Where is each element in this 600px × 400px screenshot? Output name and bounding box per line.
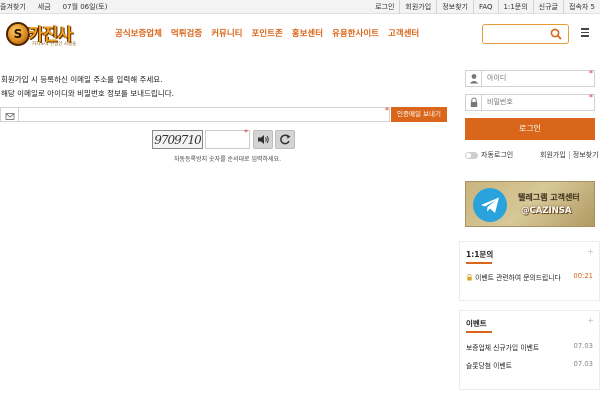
captcha-required-mark: * — [244, 128, 248, 137]
auth-links: 회원가입 정보찾기 — [540, 150, 599, 160]
inquiry-list-item[interactable]: 이벤트 관련하여 문의드립니다 — [466, 272, 561, 282]
captcha-help-text: 자동등록방지 숫자를 순서대로 입력하세요. — [174, 156, 281, 163]
event-list-item[interactable]: 보증업체 신규가입 이벤트 — [466, 342, 539, 352]
inquiry-item-text: 이벤트 관련하여 문의드립니다 — [475, 274, 561, 282]
inquiry-box-title[interactable]: 1:1문의 — [466, 249, 493, 260]
top-register-link[interactable]: 회원가입 — [399, 0, 436, 14]
email-input[interactable] — [21, 109, 381, 120]
captcha-audio-button[interactable] — [253, 130, 273, 149]
search-icon[interactable] — [550, 28, 562, 40]
login-id-input[interactable] — [485, 73, 585, 84]
send-verification-email-button[interactable]: 인증메일 보내기 — [391, 107, 447, 122]
top-faq-link[interactable]: FAQ — [472, 0, 498, 14]
lock-icon — [467, 274, 472, 281]
inquiry-box: 1:1문의 + 이벤트 관련하여 문의드립니다 00:21 — [459, 241, 600, 301]
captcha-image: 9709710 — [152, 130, 203, 149]
nav-item-promotion[interactable]: 홍보센터 — [292, 27, 323, 39]
tax-link[interactable]: 세금 — [38, 3, 51, 11]
find-info-link[interactable]: 정보찾기 — [568, 151, 599, 159]
nav-item-community[interactable]: 커뮤니티 — [211, 27, 242, 39]
events-box: 이벤트 + 보증업체 신규가입 이벤트 07.03 슬롯당첨 이벤트 07.03 — [459, 310, 600, 390]
speaker-icon — [258, 135, 269, 144]
auto-login[interactable]: 자동로그인 — [465, 150, 513, 160]
top-bar: 즐겨찾기 세금 07월 06일(토) 로그인 회원가입 정보찾기 FAQ 1:1문의 신규글 접… — [0, 0, 600, 14]
nav-item-useful-sites[interactable]: 유용한사이트 — [332, 27, 379, 39]
main-nav: 공식보증업체 먹튀검증 커뮤니티 포인트존 홍보센터 유용한사이트 고객센터 — [115, 27, 428, 39]
inquiry-more-icon[interactable]: + — [587, 247, 594, 256]
inquiry-item-time: 00:21 — [573, 272, 593, 280]
email-field-row: * — [0, 106, 390, 122]
top-bar-left: 즐겨찾기 세금 07월 06일(토) — [0, 0, 119, 14]
login-button[interactable]: 로그인 — [465, 118, 595, 140]
auto-login-label: 자동로그인 — [481, 151, 514, 159]
event-item-date: 07.03 — [573, 360, 593, 368]
telegram-banner[interactable]: 텔레그램 고객센터 @CAZINSA — [465, 181, 595, 227]
top-new-posts-link[interactable]: 신규글 — [532, 0, 563, 14]
header: S 카진사 카지노에 진심인 사람들 공식보증업체 먹튀검증 커뮤니티 포인트존 홍보센… — [0, 14, 600, 54]
nav-item-scam-check[interactable]: 먹튀검증 — [171, 27, 202, 39]
logo-tagline: 카지노에 진심인 사람들 — [32, 42, 77, 47]
top-find-info-link[interactable]: 정보찾기 — [436, 0, 473, 14]
inquiry-title-underline — [466, 262, 492, 264]
captcha-refresh-button[interactable] — [275, 130, 295, 149]
user-icon — [466, 71, 482, 86]
lock-icon — [466, 95, 482, 110]
login-password-field: * — [465, 93, 595, 111]
top-inquiry-link[interactable]: 1:1문의 — [497, 0, 533, 14]
register-link[interactable]: 회원가입 — [540, 151, 566, 159]
id-required-mark: * — [589, 69, 593, 78]
hamburger-menu-icon[interactable] — [581, 26, 591, 38]
password-required-mark: * — [589, 93, 593, 102]
site-logo[interactable]: S 카진사 카지노에 진심인 사람들 — [6, 21, 84, 51]
nav-item-customer-center[interactable]: 고객센터 — [388, 27, 419, 39]
events-more-icon[interactable]: + — [587, 316, 594, 325]
events-box-title[interactable]: 이벤트 — [466, 318, 487, 329]
logo-coin-icon: S — [6, 22, 30, 46]
nav-item-guarantee[interactable]: 공식보증업체 — [115, 27, 162, 39]
email-required-mark: * — [385, 106, 389, 115]
events-title-underline — [466, 331, 492, 333]
auto-login-toggle[interactable] — [465, 151, 478, 159]
today-date: 07월 06일(토) — [62, 3, 108, 11]
find-info-message-2: 해당 이메일로 아이디와 비밀번호 정보를 보내드립니다. — [1, 89, 175, 98]
telegram-icon — [473, 188, 507, 222]
find-info-message-1: 회원가입 시 등록하신 이메일 주소를 입력해 주세요. — [1, 75, 163, 84]
login-id-field: * — [465, 69, 595, 87]
bookmark-link[interactable]: 즐겨찾기 — [0, 3, 26, 11]
envelope-icon — [1, 108, 19, 121]
event-list-item[interactable]: 슬롯당첨 이벤트 — [466, 360, 512, 370]
login-password-input[interactable] — [485, 97, 585, 108]
top-bar-links: 로그인 회원가입 정보찾기 FAQ 1:1문의 신규글 접속자 5 — [370, 0, 600, 14]
search-input[interactable] — [487, 30, 547, 47]
top-visitors-link[interactable]: 접속자 5 — [563, 0, 600, 14]
nav-item-point-zone[interactable]: 포인트존 — [251, 27, 282, 39]
telegram-banner-title: 텔레그램 고객센터 — [518, 193, 580, 202]
search-box — [482, 24, 569, 47]
refresh-icon — [280, 134, 291, 145]
top-login-link[interactable]: 로그인 — [370, 0, 399, 14]
event-item-date: 07.03 — [573, 342, 593, 350]
telegram-banner-handle: @CAZINSA — [521, 206, 572, 216]
